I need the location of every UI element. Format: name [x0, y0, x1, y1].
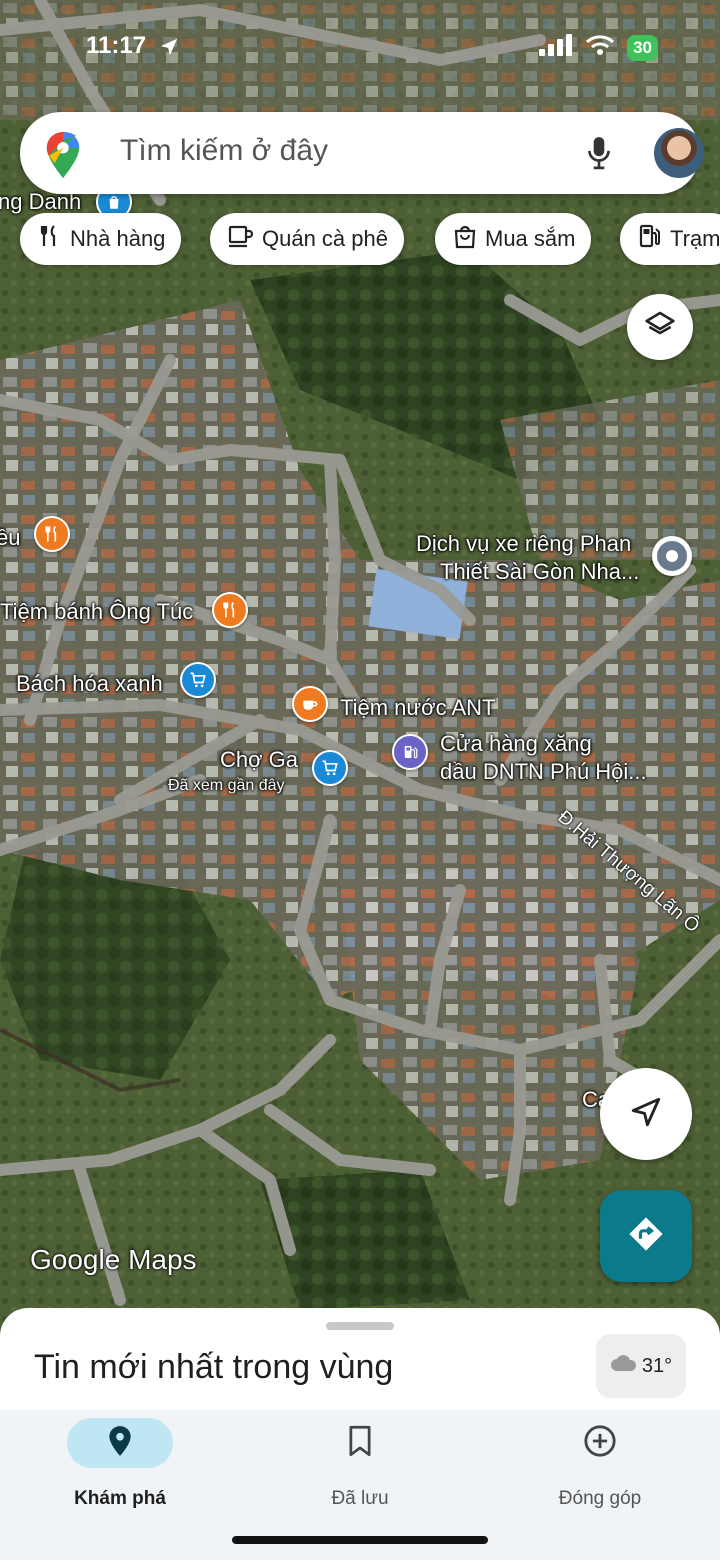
nav-label: Khám phá — [74, 1488, 166, 1509]
google-maps-attribution: Google Maps — [30, 1244, 197, 1275]
chip-label: Mua sắm — [485, 226, 576, 251]
wifi-icon — [585, 34, 615, 61]
directions-icon — [627, 1215, 665, 1258]
place-sublabel-cho-ga: Đã xem gần đây — [168, 777, 285, 794]
search-input[interactable] — [120, 134, 540, 168]
chip-gas[interactable]: Trạm — [620, 213, 720, 265]
coffee-icon — [292, 686, 328, 722]
place-dot-icon — [652, 536, 692, 576]
chip-shopping[interactable]: Mua sắm — [435, 213, 592, 265]
bookmark-icon — [348, 1425, 372, 1462]
place-label-tiem-nuoc[interactable]: Tiệm nước ANT — [340, 694, 495, 722]
location-pin-icon — [107, 1425, 133, 1462]
fork-knife-icon — [34, 516, 70, 552]
chip-label: Trạm — [670, 226, 720, 251]
chip-restaurants[interactable]: Nhà hàng — [20, 213, 182, 265]
place-label-bach-hoa[interactable]: Bách hóa xanh — [16, 670, 163, 698]
nav-contribute[interactable]: Đóng góp — [480, 1410, 720, 1520]
place-label-dich-vu-2[interactable]: Thiết Sài Gòn Nha... — [440, 558, 639, 586]
place-label-partial-left[interactable]: ều — [0, 524, 20, 552]
place-label-cua-hang-1[interactable]: Cửa hàng xăng — [440, 730, 592, 758]
status-bar: 11:17 30 — [0, 30, 720, 70]
nav-label: Đã lưu — [331, 1488, 389, 1509]
nav-saved[interactable]: Đã lưu — [240, 1410, 480, 1520]
fork-knife-icon — [38, 223, 62, 255]
coffee-icon — [228, 224, 254, 254]
restaurant-pin[interactable] — [34, 516, 70, 552]
place-label-cua-hang-2[interactable]: dầu DNTN Phú Hội... — [440, 758, 647, 786]
add-circle-icon — [583, 1424, 617, 1463]
gas-pump-icon — [638, 223, 662, 255]
layers-button[interactable] — [627, 294, 693, 360]
sheet-title: Tin mới nhất trong vùng — [34, 1348, 394, 1386]
gas-pump-icon — [392, 734, 428, 770]
weather-badge[interactable]: 31° — [596, 1334, 686, 1398]
search-bar[interactable] — [20, 112, 704, 194]
chip-label: Quán cà phê — [262, 226, 388, 251]
directions-button[interactable] — [600, 1190, 692, 1282]
gas-station-pin[interactable] — [392, 734, 428, 770]
navigation-arrow-icon — [629, 1095, 663, 1134]
my-location-button[interactable] — [600, 1068, 692, 1160]
home-indicator[interactable] — [232, 1536, 488, 1544]
status-time: 11:17 — [86, 32, 147, 59]
cafe-pin[interactable] — [292, 686, 328, 722]
weather-temperature: 31° — [641, 1354, 673, 1377]
sheet-handle[interactable] — [326, 1322, 394, 1330]
microphone-icon[interactable] — [586, 136, 612, 175]
shopping-cart-icon — [312, 750, 348, 786]
bakery-pin[interactable] — [212, 592, 248, 628]
shopping-bag-icon — [453, 223, 477, 255]
fork-knife-icon — [212, 592, 248, 628]
nav-explore[interactable]: Khám phá — [0, 1410, 240, 1520]
location-arrow-icon — [158, 36, 180, 63]
category-chips: Nhà hàng Quán cà phê Mua sắm Trạm — [20, 213, 720, 269]
avatar[interactable] — [654, 128, 704, 178]
place-label-cho-ga[interactable]: Chợ Ga — [220, 746, 298, 774]
shopping-cart-icon — [180, 662, 216, 698]
battery-indicator: 30 — [627, 34, 658, 61]
google-maps-logo-icon — [46, 132, 80, 183]
place-label-tiem-banh[interactable]: Tiệm bánh Ông Túc — [0, 598, 193, 626]
market-pin[interactable] — [312, 750, 348, 786]
grocery-pin[interactable] — [180, 662, 216, 698]
place-label-dich-vu-1[interactable]: Dịch vụ xe riêng Phan — [416, 530, 631, 558]
cloud-icon — [610, 1354, 638, 1378]
chip-label: Nhà hàng — [70, 226, 166, 251]
service-pin[interactable] — [652, 536, 692, 576]
nav-label: Đóng góp — [558, 1488, 642, 1509]
layers-icon — [644, 309, 676, 346]
signal-icon — [539, 34, 573, 61]
chip-cafes[interactable]: Quán cà phê — [210, 213, 404, 265]
